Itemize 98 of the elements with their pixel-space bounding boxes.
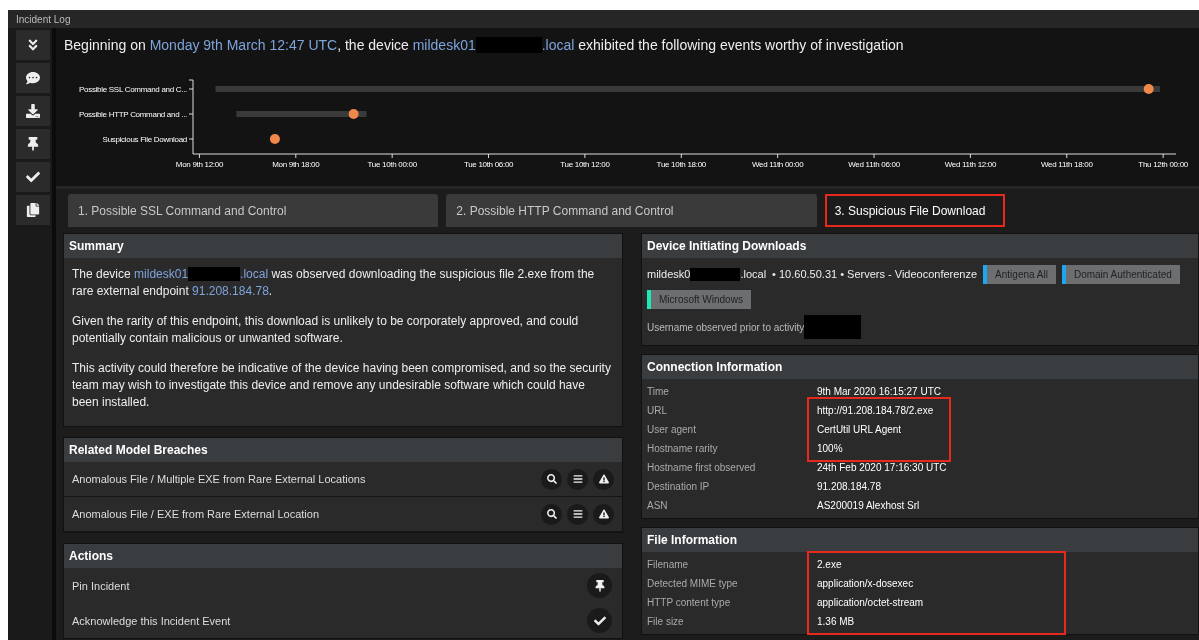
device-link[interactable]: 91.208.184.78: [192, 284, 269, 298]
warning-icon: [598, 474, 609, 484]
device-link[interactable]: .local: [541, 37, 575, 53]
summary-paragraph: This activity could therefore be indicative of the device having been compromised, and so the security team may wish to investigate this device and remove any undesirable software which could have been installed.: [72, 360, 612, 411]
field-value: http://91.208.184.78/2.exe: [817, 405, 935, 416]
tab[interactable]: 2. Possible HTTP Command and Control: [446, 194, 817, 227]
axis-label: Tue 10th 18:00: [656, 160, 706, 169]
search-button[interactable]: [541, 503, 562, 525]
panel-title: Summary: [64, 234, 622, 258]
pin-icon: [26, 137, 40, 151]
field-label: Filename: [647, 559, 690, 570]
axis-label: Wed 11th 18:00: [1041, 160, 1093, 169]
axis-label: Thu 12th 00:00: [1138, 160, 1188, 169]
field-label: ASN: [647, 500, 669, 511]
device-details: • 10.60.50.31 • Servers - Videoconferenze: [772, 267, 978, 282]
field-label: HTTP content type: [647, 597, 732, 608]
search-icon: [546, 509, 557, 519]
axis-label: Wed 11th 12:00: [944, 160, 997, 169]
tab[interactable]: 1. Possible SSL Command and Control: [68, 194, 439, 227]
field-value: 91.208.184.78: [817, 481, 882, 492]
breach-name: Anomalous File / Multiple EXE from Rare External Locations: [72, 473, 366, 485]
list-icon: [572, 509, 583, 519]
field-value: 2.exe: [817, 559, 843, 570]
device-link[interactable]: mildesk01: [134, 267, 189, 281]
field-label: Hostname first observed: [647, 462, 757, 473]
download-icon: [26, 104, 40, 118]
device-link[interactable]: .local: [240, 267, 269, 281]
checkmark-icon: [593, 614, 606, 627]
checkmark-button[interactable]: [16, 162, 50, 192]
warning-icon: [598, 509, 609, 519]
field-value: 100%: [817, 443, 844, 454]
double-chevron-down-button[interactable]: [16, 30, 50, 60]
field-label: Time: [647, 386, 670, 397]
comment-icon: [26, 71, 40, 85]
incident-headline: Beginning on Monday 9th March 12:47 UTC, the device mildesk01 .local exhibited the following events worthy of investigation: [63, 35, 905, 55]
event-dot[interactable]: [269, 134, 280, 144]
tag: Antigena All: [983, 264, 1056, 284]
list-icon: [572, 474, 583, 484]
breach-name: Anomalous File / EXE from Rare External Location: [72, 508, 319, 520]
panel-title: Related Model Breaches: [64, 438, 622, 462]
device-name: mildesk0 .local: [647, 267, 767, 283]
list-button[interactable]: [567, 468, 588, 490]
action-label: Pin Incident: [72, 579, 130, 592]
list-button[interactable]: [567, 503, 588, 525]
field-value: application/octet-stream: [817, 597, 925, 608]
field-label: Destination IP: [647, 481, 711, 492]
redaction-bar: [690, 268, 741, 281]
warning-button[interactable]: [593, 468, 614, 490]
axis-label: Possible SSL Command and C...: [79, 85, 187, 94]
tag: Microsoft Windows: [647, 290, 751, 309]
field-value: 1.36 MB: [817, 616, 856, 627]
field-value: application/x-dosexec: [817, 578, 915, 589]
pin-icon: [593, 579, 606, 592]
field-value: AS200019 Alexhost Srl: [817, 500, 921, 511]
pin-button[interactable]: [16, 129, 50, 159]
panel-title: Device Initiating Downloads: [642, 234, 1198, 258]
username-label: Username observed prior to activity: [647, 321, 805, 333]
summary-paragraph: The device mildesk01 .local was observed downloading the suspicious file 2.exe from the rare external endpoint 91.208.184.78.: [72, 266, 596, 300]
event-dot[interactable]: [1143, 84, 1154, 94]
axis-label: Mon 9th 18:00: [272, 160, 320, 169]
axis-label: Tue 10th 00:00: [367, 160, 417, 169]
axis-label: Wed 11th 00:00: [751, 160, 804, 169]
axis-label: Mon 9th 12:00: [175, 160, 224, 169]
panel-title: File Information: [642, 528, 1198, 552]
summary-paragraph: Given the rarity of this endpoint, this download is unlikely to be corporately approved, and could potentially contain malicious or unwanted software.: [72, 313, 580, 347]
field-label: File size: [647, 616, 685, 627]
pin-button[interactable]: [587, 573, 612, 598]
action-label: Acknowledge this Incident Event: [72, 614, 231, 627]
axis-label: Tue 10th 06:00: [463, 160, 514, 169]
axis-label: Wed 11th 06:00: [848, 160, 900, 169]
redaction-bar: [804, 315, 862, 339]
redaction-bar: [188, 267, 241, 281]
checkmark-button[interactable]: [587, 608, 612, 633]
download-button[interactable]: [16, 96, 50, 126]
field-value: 24th Feb 2020 17:16:30 UTC: [817, 462, 948, 473]
axis-label: Suspicious File Download: [102, 135, 187, 144]
panel-title: Connection Information: [642, 355, 1198, 379]
field-label: User agent: [647, 424, 697, 435]
comment-button[interactable]: [16, 63, 50, 93]
field-label: Detected MIME type: [647, 578, 739, 589]
field-label: Hostname rarity: [647, 443, 719, 454]
axis-label: Possible HTTP Command and ...: [78, 110, 187, 119]
warning-button[interactable]: [593, 503, 614, 525]
tag: Domain Authenticated: [1061, 264, 1180, 284]
copy-button[interactable]: [16, 195, 50, 225]
panel-title: Actions: [64, 544, 622, 568]
double-chevron-down-icon: [26, 38, 40, 52]
event-dot[interactable]: [348, 109, 359, 119]
field-value: 9th Mar 2020 16:15:27 UTC: [817, 386, 942, 397]
copy-icon: [26, 203, 40, 217]
device-link[interactable]: mildesk01: [412, 37, 476, 53]
search-button[interactable]: [541, 468, 562, 490]
field-value: CertUtil URL Agent: [817, 424, 903, 435]
field-label: URL: [647, 405, 668, 416]
checkmark-icon: [26, 170, 40, 184]
axis-label: Tue 10th 12:00: [560, 160, 610, 169]
search-icon: [546, 474, 557, 484]
window-title: Incident Log: [16, 13, 71, 25]
